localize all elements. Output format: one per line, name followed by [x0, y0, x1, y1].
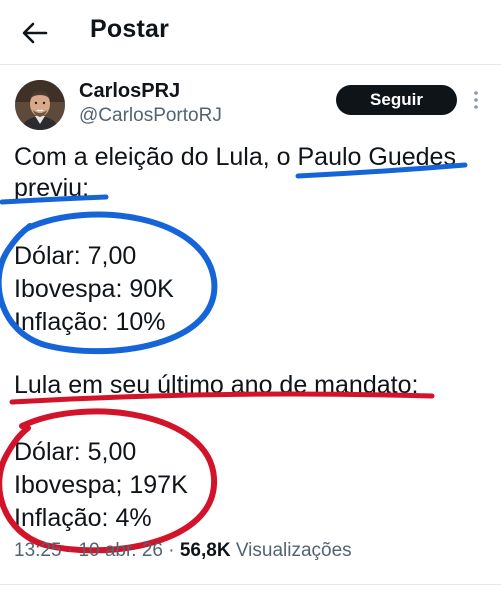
more-options-button[interactable]	[470, 86, 482, 114]
tweet-time[interactable]: 13:25	[14, 540, 62, 561]
tweet-line: Ibovespa; 197K	[14, 471, 188, 499]
more-vertical-icon	[474, 91, 478, 109]
views-label: Visualizações	[235, 540, 352, 561]
follow-button[interactable]: Seguir	[336, 85, 457, 115]
meta-separator: ·	[168, 540, 175, 561]
author-display-name[interactable]: CarlosPRJ	[79, 80, 180, 103]
tweet-line: Com a eleição do Lula, o Paulo Guedes	[14, 143, 456, 171]
author-handle[interactable]: @CarlosPortoRJ	[79, 105, 222, 127]
views-count: 56,8K	[179, 540, 231, 561]
tweet-date[interactable]: 10 abr. 26	[78, 540, 163, 561]
tweet-metadata: 13:25 · 10 abr. 26 · 56,8K Visualizações	[14, 540, 352, 562]
top-bar: Postar	[0, 0, 501, 64]
back-button[interactable]	[18, 16, 52, 50]
meta-separator: ·	[66, 540, 74, 561]
arrow-left-icon	[22, 22, 48, 44]
tweet-line: Lula em seu último ano de mandato:	[14, 371, 419, 399]
header-divider	[0, 64, 501, 65]
bottom-divider	[0, 584, 501, 585]
avatar[interactable]	[15, 80, 65, 130]
tweet-line: Inflação: 4%	[14, 504, 152, 532]
tweet-line: Inflação: 10%	[14, 308, 166, 336]
tweet-line: Dólar: 7,00	[14, 242, 137, 270]
tweet-line: previu:	[14, 174, 90, 202]
tweet-line: Ibovespa: 90K	[14, 275, 174, 303]
tweet-line: Dólar: 5,00	[14, 438, 137, 466]
page-title: Postar	[90, 15, 170, 43]
profile-photo	[15, 80, 65, 130]
